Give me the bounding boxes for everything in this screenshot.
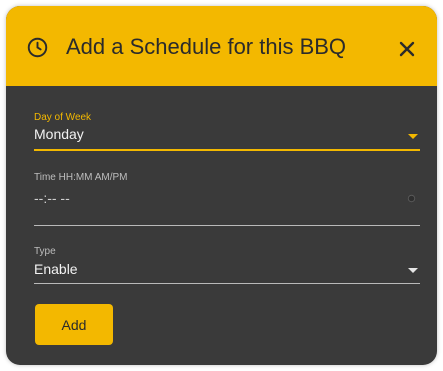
type-underline: [34, 283, 420, 284]
type-label: Type: [34, 246, 56, 257]
dialog-header: Add a Schedule for this BBQ: [6, 6, 437, 86]
day-of-week-select[interactable]: Day of Week Monday: [34, 112, 420, 154]
day-of-week-label: Day of Week: [34, 112, 92, 123]
type-select[interactable]: Type Enable: [34, 246, 420, 286]
type-value: Enable: [34, 261, 78, 277]
dialog-title: Add a Schedule for this BBQ: [66, 34, 347, 59]
add-button[interactable]: Add: [35, 304, 113, 345]
day-of-week-value: Monday: [34, 126, 84, 142]
clock-icon: [27, 37, 48, 58]
schedule-dialog: Add a Schedule for this BBQ Day of Week …: [6, 6, 437, 365]
clock-dot-icon[interactable]: [407, 194, 416, 203]
day-of-week-underline: [34, 149, 420, 151]
time-underline: [34, 225, 420, 226]
time-label: Time HH:MM AM/PM: [34, 172, 128, 183]
time-input[interactable]: Time HH:MM AM/PM --:-- --: [34, 172, 420, 232]
dropdown-caret-icon: [408, 268, 418, 273]
close-icon[interactable]: [397, 39, 417, 59]
time-value: --:-- --: [34, 190, 70, 206]
dropdown-caret-icon: [408, 134, 418, 139]
